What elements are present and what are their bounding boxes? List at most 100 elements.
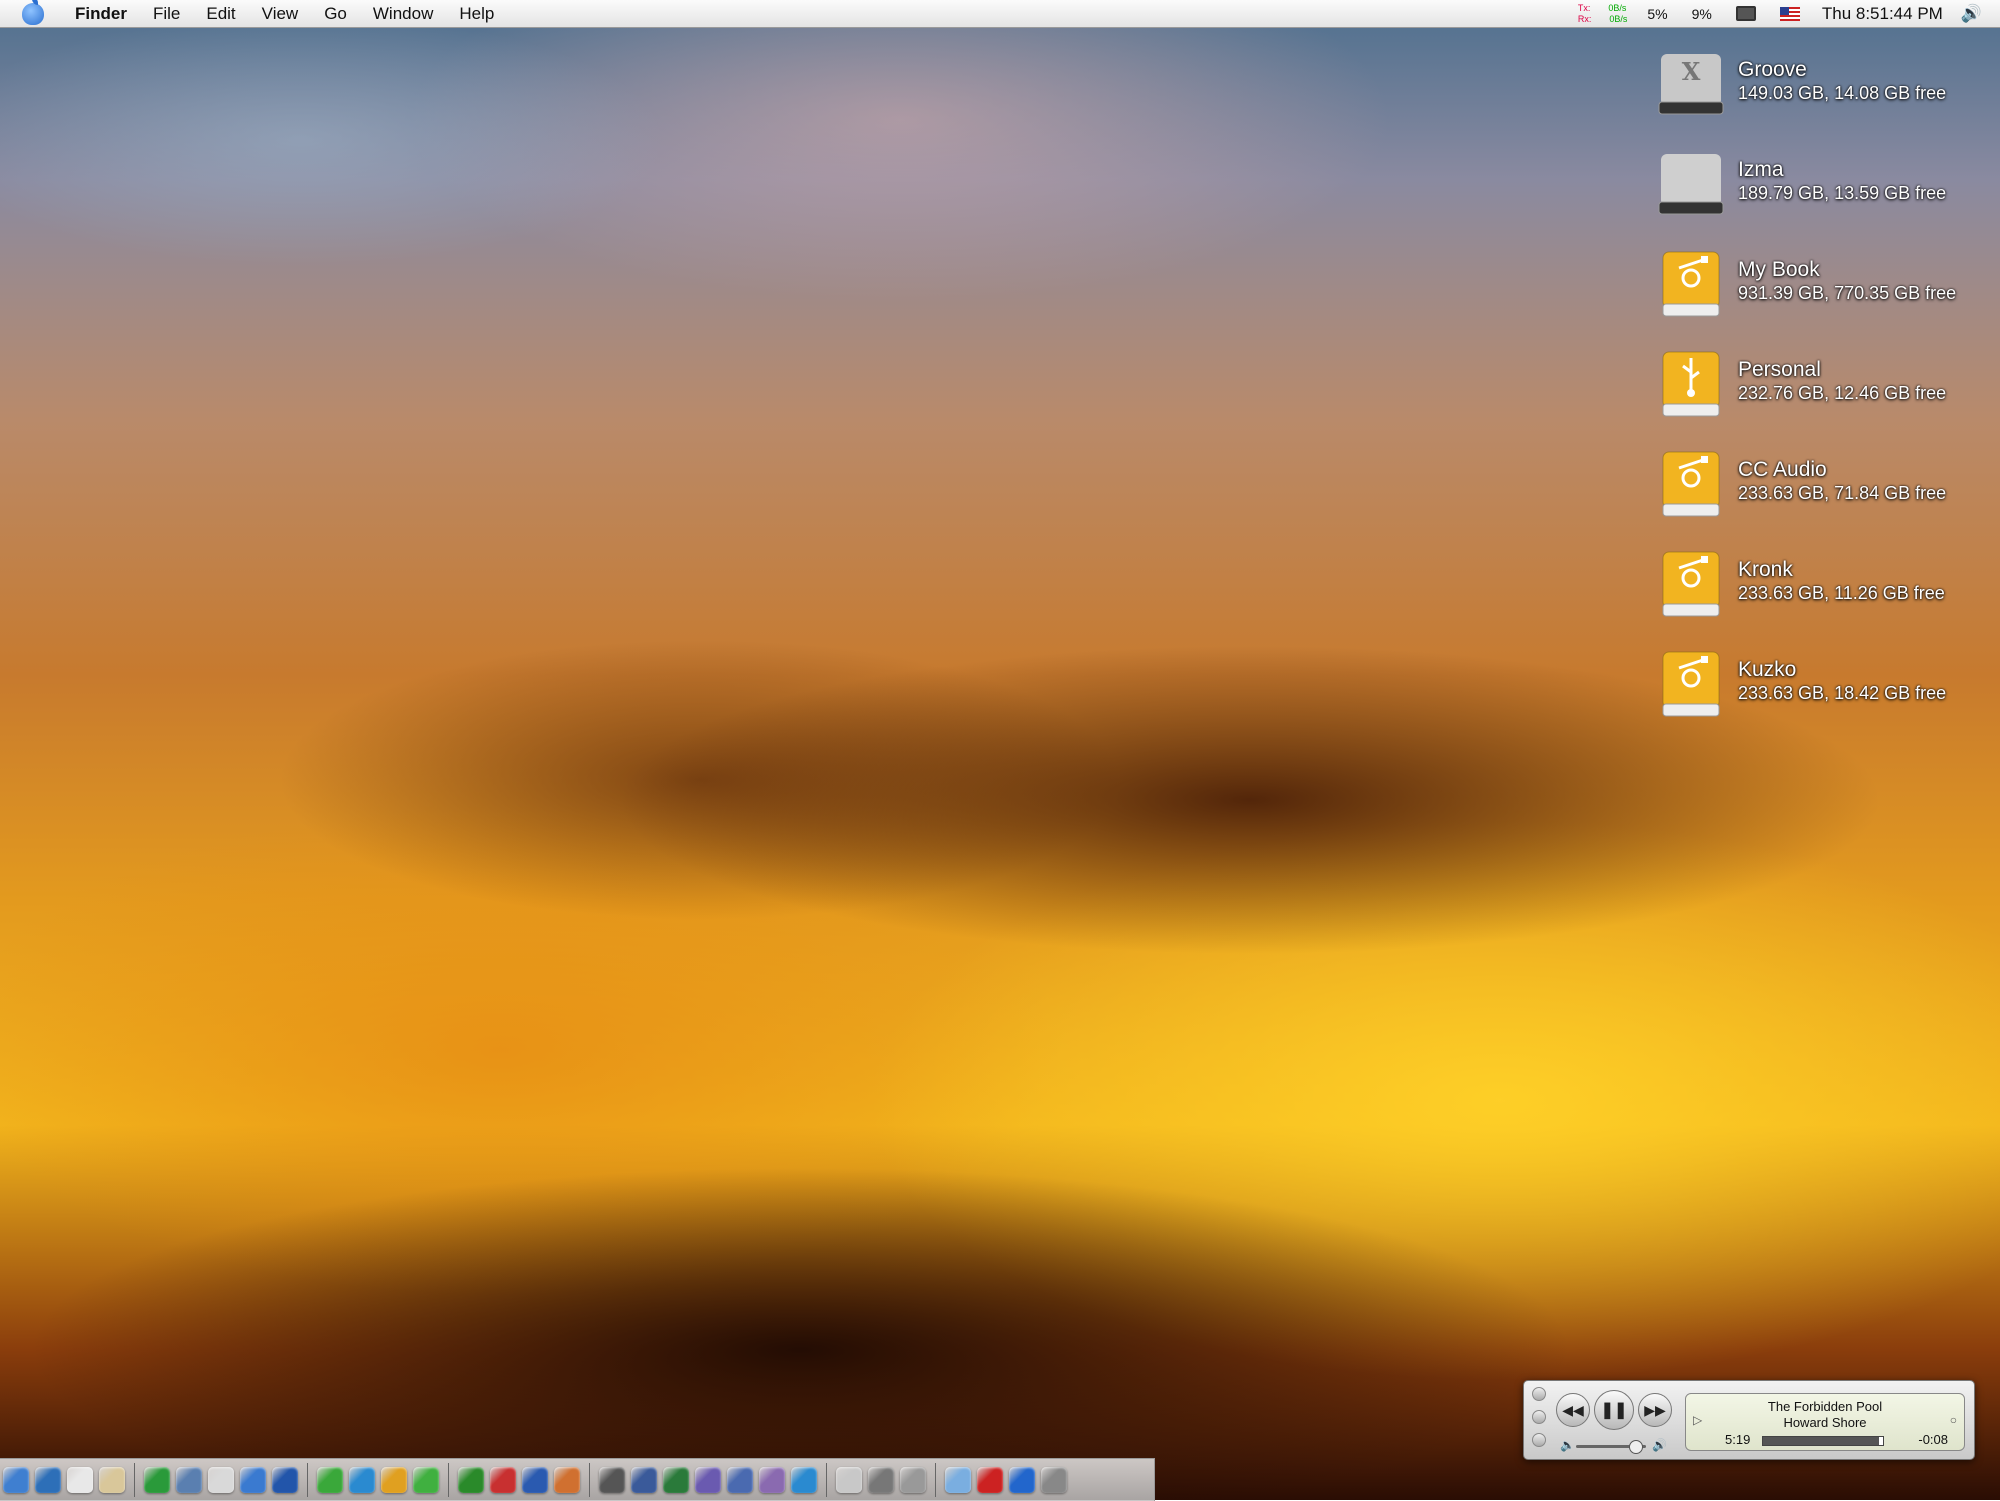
dock-app-icon[interactable] <box>695 1467 721 1493</box>
window-buttons <box>1532 1387 1546 1447</box>
drive-capacity: 233.63 GB, 11.26 GB free <box>1738 583 1945 603</box>
dock-separator <box>826 1463 827 1497</box>
drive-item[interactable]: X Groove 149.03 GB, 14.08 GB free <box>1655 50 1995 150</box>
internal-drive-icon[interactable] <box>1655 150 1727 222</box>
dock-app-icon[interactable] <box>458 1467 484 1493</box>
menu-file[interactable]: File <box>140 0 193 28</box>
drive-item[interactable]: Kronk 233.63 GB, 11.26 GB free <box>1655 550 1995 650</box>
net-tx-value: 0B/s <box>1608 2 1627 13</box>
drive-name[interactable]: Kronk <box>1738 558 1793 582</box>
volume-slider[interactable] <box>1576 1440 1646 1454</box>
menu-go[interactable]: Go <box>311 0 360 28</box>
track-progress-fill <box>1763 1437 1880 1445</box>
dock-app-icon[interactable] <box>67 1467 93 1493</box>
dock-app-icon[interactable] <box>99 1467 125 1493</box>
close-button[interactable] <box>1532 1387 1546 1401</box>
network-monitor[interactable]: Tx: 0B/s Rx: 0B/s <box>1578 3 1628 25</box>
menu-extras: Tx: 0B/s Rx: 0B/s 5% 9% Thu 8:51:44 PM 🔊 <box>1578 0 2000 28</box>
minimize-button[interactable] <box>1532 1410 1546 1424</box>
dock-app-icon[interactable] <box>868 1467 894 1493</box>
rewind-icon: ◀◀ <box>1562 1401 1584 1418</box>
dock-app-icon[interactable] <box>727 1467 753 1493</box>
volume-icon[interactable]: 🔊 <box>1961 4 1982 24</box>
dock-app-icon[interactable] <box>208 1467 234 1493</box>
previous-track-button[interactable]: ◀◀ <box>1556 1393 1590 1427</box>
dock-app-icon[interactable] <box>631 1467 657 1493</box>
dock-app-icon[interactable] <box>977 1467 1003 1493</box>
net-tx-label: Tx: <box>1577 2 1591 13</box>
dock-app-icon[interactable] <box>349 1467 375 1493</box>
menu-edit[interactable]: Edit <box>193 0 248 28</box>
apple-menu-icon[interactable] <box>22 0 44 25</box>
dock-app-icon[interactable] <box>317 1467 343 1493</box>
next-track-button[interactable]: ▶▶ <box>1638 1393 1672 1427</box>
dock-separator <box>134 1463 135 1497</box>
firewire-drive-icon[interactable] <box>1655 250 1727 322</box>
firewire-drive-icon[interactable] <box>1655 450 1727 522</box>
dock-app-icon[interactable] <box>836 1467 862 1493</box>
drive-capacity: 232.76 GB, 12.46 GB free <box>1738 383 1947 403</box>
display-icon[interactable] <box>1735 6 1756 21</box>
dock-app-icon[interactable] <box>900 1467 926 1493</box>
drive-name[interactable]: Groove <box>1738 58 1807 82</box>
internal-drive-x-icon[interactable]: X <box>1655 50 1727 122</box>
dock-separator <box>935 1463 936 1497</box>
drive-item[interactable]: Izma 189.79 GB, 13.59 GB free <box>1655 150 1995 250</box>
now-playing-display[interactable]: ▷ ○ The Forbidden Pool Howard Shore 5:19… <box>1685 1393 1965 1451</box>
dock-app-icon[interactable] <box>1041 1467 1067 1493</box>
elapsed-time: 5:19 <box>1725 1432 1751 1447</box>
dock-app-icon[interactable] <box>599 1467 625 1493</box>
drive-item[interactable]: CC Audio 233.63 GB, 71.84 GB free <box>1655 450 1995 550</box>
dock-app-icon[interactable] <box>791 1467 817 1493</box>
menu-bar: Finder File Edit View Go Window Help Tx:… <box>0 0 2000 28</box>
dock-separator <box>307 1463 308 1497</box>
menu-window[interactable]: Window <box>360 0 446 28</box>
dock-app-icon[interactable] <box>522 1467 548 1493</box>
drive-item[interactable]: Personal 232.76 GB, 12.46 GB free <box>1655 350 1995 450</box>
svg-text:X: X <box>1682 57 1701 86</box>
dock-app-icon[interactable] <box>490 1467 516 1493</box>
menu-view[interactable]: View <box>249 0 312 28</box>
volume-low-icon: 🔈 <box>1560 1438 1575 1452</box>
menu-app-finder[interactable]: Finder <box>62 0 140 28</box>
dock-app-icon[interactable] <box>3 1467 29 1493</box>
drive-item[interactable]: My Book 931.39 GB, 770.35 GB free <box>1655 250 1995 350</box>
drive-name[interactable]: Kuzko <box>1738 658 1796 682</box>
itunes-mini-player: ◀◀ ❚❚ ▶▶ 🔈 🔊 ▷ ○ The Forbidden Pool Howa… <box>1523 1380 1975 1460</box>
track-title: The Forbidden Pool <box>1767 1399 1883 1414</box>
menu-help[interactable]: Help <box>446 0 507 28</box>
track-artist: Howard Shore <box>1783 1415 1867 1430</box>
drive-capacity: 233.63 GB, 18.42 GB free <box>1738 683 1947 703</box>
dock-app-icon[interactable] <box>554 1467 580 1493</box>
volume-high-icon: 🔊 <box>1652 1438 1667 1452</box>
menu-clock[interactable]: Thu 8:51:44 PM <box>1822 4 1943 24</box>
zoom-button[interactable] <box>1532 1433 1546 1447</box>
us-flag-input-icon[interactable] <box>1779 6 1800 21</box>
cpu-meter-2[interactable]: 9% <box>1692 6 1712 22</box>
drive-name[interactable]: CC Audio <box>1738 458 1827 482</box>
dock-app-icon[interactable] <box>272 1467 298 1493</box>
dock-app-icon[interactable] <box>663 1467 689 1493</box>
firewire-drive-icon[interactable] <box>1655 650 1727 722</box>
dock-app-icon[interactable] <box>945 1467 971 1493</box>
usb-drive-icon[interactable] <box>1655 350 1727 422</box>
dock-app-icon[interactable] <box>144 1467 170 1493</box>
dock-app-icon[interactable] <box>176 1467 202 1493</box>
dock-app-icon[interactable] <box>35 1467 61 1493</box>
track-progress-bar[interactable] <box>1762 1436 1884 1446</box>
dock-app-icon[interactable] <box>413 1467 439 1493</box>
fast-forward-icon: ▶▶ <box>1644 1401 1666 1418</box>
drive-name[interactable]: Personal <box>1738 358 1821 382</box>
drive-item[interactable]: Kuzko 233.63 GB, 18.42 GB free <box>1655 650 1995 750</box>
dock-app-icon[interactable] <box>240 1467 266 1493</box>
dock <box>0 1458 1155 1501</box>
drive-name[interactable]: My Book <box>1738 258 1820 282</box>
dock-app-icon[interactable] <box>381 1467 407 1493</box>
dock-app-icon[interactable] <box>1009 1467 1035 1493</box>
drive-name[interactable]: Izma <box>1738 158 1784 182</box>
dock-app-icon[interactable] <box>759 1467 785 1493</box>
firewire-drive-icon[interactable] <box>1655 550 1727 622</box>
pause-button[interactable]: ❚❚ <box>1594 1390 1634 1430</box>
cpu-meter-1[interactable]: 5% <box>1647 6 1667 22</box>
volume-knob[interactable] <box>1628 1440 1643 1454</box>
